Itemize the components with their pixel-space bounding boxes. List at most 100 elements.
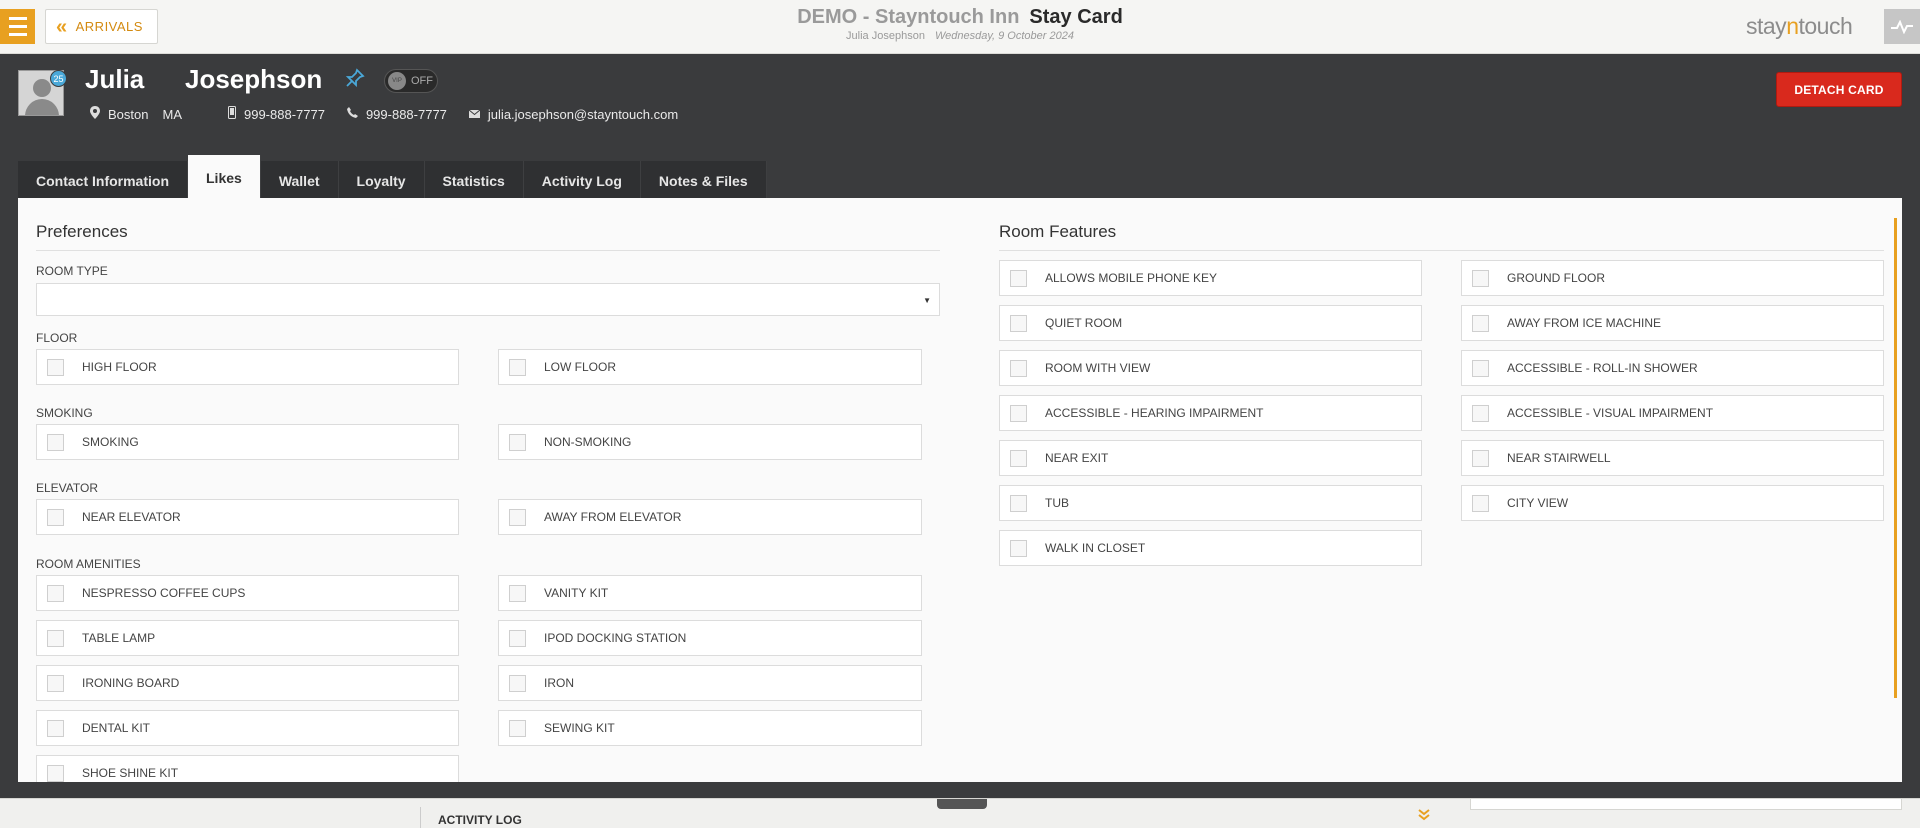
activity-log-drawer: ACTIVITY LOG	[0, 798, 1920, 828]
amenity-shoe-shine-kit[interactable]: SHOE SHINE KIT	[36, 755, 459, 782]
pref-away-from-elevator[interactable]: AWAY FROM ELEVATOR	[498, 499, 922, 535]
checkbox[interactable]	[1010, 314, 1027, 332]
feature-away-from-ice-machine[interactable]: AWAY FROM ICE MACHINE	[1461, 305, 1884, 341]
elevator-label: ELEVATOR	[36, 481, 99, 495]
checkbox[interactable]	[1010, 269, 1027, 287]
checkbox[interactable]	[47, 584, 64, 602]
feature-walk-in-closet[interactable]: WALK IN CLOSET	[999, 530, 1422, 566]
guest-phone[interactable]: 999-888-7777	[366, 107, 447, 122]
floor-label: FLOOR	[36, 331, 78, 345]
mobile-phone-icon	[227, 106, 236, 122]
pref-non-smoking[interactable]: NON-SMOKING	[498, 424, 922, 460]
checkbox[interactable]	[1010, 449, 1027, 467]
feature-accessible-hearing-impairment[interactable]: ACCESSIBLE - HEARING IMPAIRMENT	[999, 395, 1422, 431]
tab-activity-log[interactable]: Activity Log	[523, 161, 641, 200]
pref-smoking[interactable]: SMOKING	[36, 424, 459, 460]
preferences-title: Preferences	[36, 222, 128, 241]
amenity-dental-kit[interactable]: DENTAL KIT	[36, 710, 459, 746]
checkbox[interactable]	[47, 764, 64, 782]
feature-city-view[interactable]: CITY VIEW	[1461, 485, 1884, 521]
stay-card-title: Stay Card	[1029, 6, 1123, 28]
room-type-select[interactable]: ▼	[36, 283, 940, 316]
checkbox[interactable]	[1472, 359, 1489, 377]
amenity-nespresso-coffee-cups[interactable]: NESPRESSO COFFEE CUPS	[36, 575, 459, 611]
tab-wallet[interactable]: Wallet	[260, 161, 339, 200]
checkbox[interactable]	[1472, 269, 1489, 287]
checkbox[interactable]	[47, 358, 64, 376]
checkbox[interactable]	[1472, 404, 1489, 422]
detach-card-button[interactable]: DETACH CARD	[1776, 72, 1902, 107]
room-type-label: ROOM TYPE	[36, 264, 108, 278]
checkbox[interactable]	[509, 674, 526, 692]
checkbox[interactable]	[47, 433, 64, 451]
tab-notes-files[interactable]: Notes & Files	[640, 161, 767, 200]
drawer-handle[interactable]	[937, 799, 987, 809]
pin-icon[interactable]	[345, 68, 365, 94]
feature-accessible-visual-impairment[interactable]: ACCESSIBLE - VISUAL IMPAIRMENT	[1461, 395, 1884, 431]
checkbox[interactable]	[509, 358, 526, 376]
amenity-ipod-docking-station[interactable]: IPOD DOCKING STATION	[498, 620, 922, 656]
tab-statistics[interactable]: Statistics	[424, 161, 524, 200]
pref-near-elevator[interactable]: NEAR ELEVATOR	[36, 499, 459, 535]
feature-accessible-roll-in-shower[interactable]: ACCESSIBLE - ROLL-IN SHOWER	[1461, 350, 1884, 386]
amenity-ironing-board[interactable]: IRONING BOARD	[36, 665, 459, 701]
page-subtitle: Julia Josephson Wednesday, 9 October 2024	[0, 30, 1920, 42]
checkbox[interactable]	[47, 674, 64, 692]
email-icon	[468, 107, 481, 121]
checkbox[interactable]	[509, 508, 526, 526]
feature-room-with-view[interactable]: ROOM WITH VIEW	[999, 350, 1422, 386]
checkbox[interactable]	[1472, 449, 1489, 467]
room-features-title: Room Features	[999, 222, 1117, 241]
checkbox[interactable]	[509, 584, 526, 602]
smoking-label: SMOKING	[36, 406, 93, 420]
vip-toggle[interactable]: VIP OFF	[384, 69, 438, 93]
guest-last-name[interactable]: Josephson	[185, 64, 322, 95]
activity-pulse-icon[interactable]	[1884, 9, 1920, 44]
guest-first-name[interactable]: Julia	[85, 64, 144, 95]
guest-mobile[interactable]: 999-888-7777	[244, 107, 325, 122]
amenity-vanity-kit[interactable]: VANITY KIT	[498, 575, 922, 611]
tab-contact-information[interactable]: Contact Information	[18, 161, 188, 200]
checkbox[interactable]	[47, 508, 64, 526]
checkbox[interactable]	[509, 433, 526, 451]
feature-tub[interactable]: TUB	[999, 485, 1422, 521]
checkbox[interactable]	[1010, 404, 1027, 422]
location-pin-icon	[90, 106, 100, 122]
tab-loyalty[interactable]: Loyalty	[338, 161, 425, 200]
stay-card-tabs: Contact Information Likes Wallet Loyalty…	[18, 155, 767, 200]
business-date: Wednesday, 9 October 2024	[934, 30, 1074, 42]
amenity-table-lamp[interactable]: TABLE LAMP	[36, 620, 459, 656]
checkbox[interactable]	[1472, 494, 1489, 512]
feature-near-exit[interactable]: NEAR EXIT	[999, 440, 1422, 476]
pref-low-floor[interactable]: LOW FLOOR	[498, 349, 922, 385]
feature-allows-mobile-phone-key[interactable]: ALLOWS MOBILE PHONE KEY	[999, 260, 1422, 296]
checkbox[interactable]	[1472, 314, 1489, 332]
feature-ground-floor[interactable]: GROUND FLOOR	[1461, 260, 1884, 296]
guest-email[interactable]: julia.josephson@stayntouch.com	[488, 107, 678, 122]
panel-scrollbar[interactable]	[1894, 218, 1897, 698]
checkbox[interactable]	[509, 719, 526, 737]
guest-state: MA	[162, 106, 182, 122]
checkbox[interactable]	[1010, 494, 1027, 512]
amenity-iron[interactable]: IRON	[498, 665, 922, 701]
phone-icon	[346, 107, 358, 121]
amenity-sewing-kit[interactable]: SEWING KIT	[498, 710, 922, 746]
feature-quiet-room[interactable]: QUIET ROOM	[999, 305, 1422, 341]
page-header: DEMO - Stayntouch Inn Stay Card Julia Jos…	[0, 6, 1920, 42]
pref-high-floor[interactable]: HIGH FLOOR	[36, 349, 459, 385]
drawer-side-box	[1470, 799, 1902, 810]
feature-near-stairwell[interactable]: NEAR STAIRWELL	[1461, 440, 1884, 476]
double-chevron-down-icon[interactable]	[1418, 808, 1430, 824]
tab-likes[interactable]: Likes	[188, 155, 261, 200]
guest-city: Boston	[108, 106, 149, 122]
activity-log-label[interactable]: ACTIVITY LOG	[438, 813, 522, 827]
checkbox[interactable]	[1010, 359, 1027, 377]
checkbox[interactable]	[509, 629, 526, 647]
checkbox[interactable]	[47, 629, 64, 647]
divider	[999, 250, 1884, 251]
checkbox[interactable]	[1010, 539, 1027, 557]
room-amenities-label: ROOM AMENITIES	[36, 557, 141, 571]
checkbox[interactable]	[47, 719, 64, 737]
likes-panel: Preferences ROOM TYPE ▼ FLOOR HIGH FLOOR…	[18, 198, 1902, 782]
stayntouch-logo: stayntouch	[1746, 13, 1853, 39]
